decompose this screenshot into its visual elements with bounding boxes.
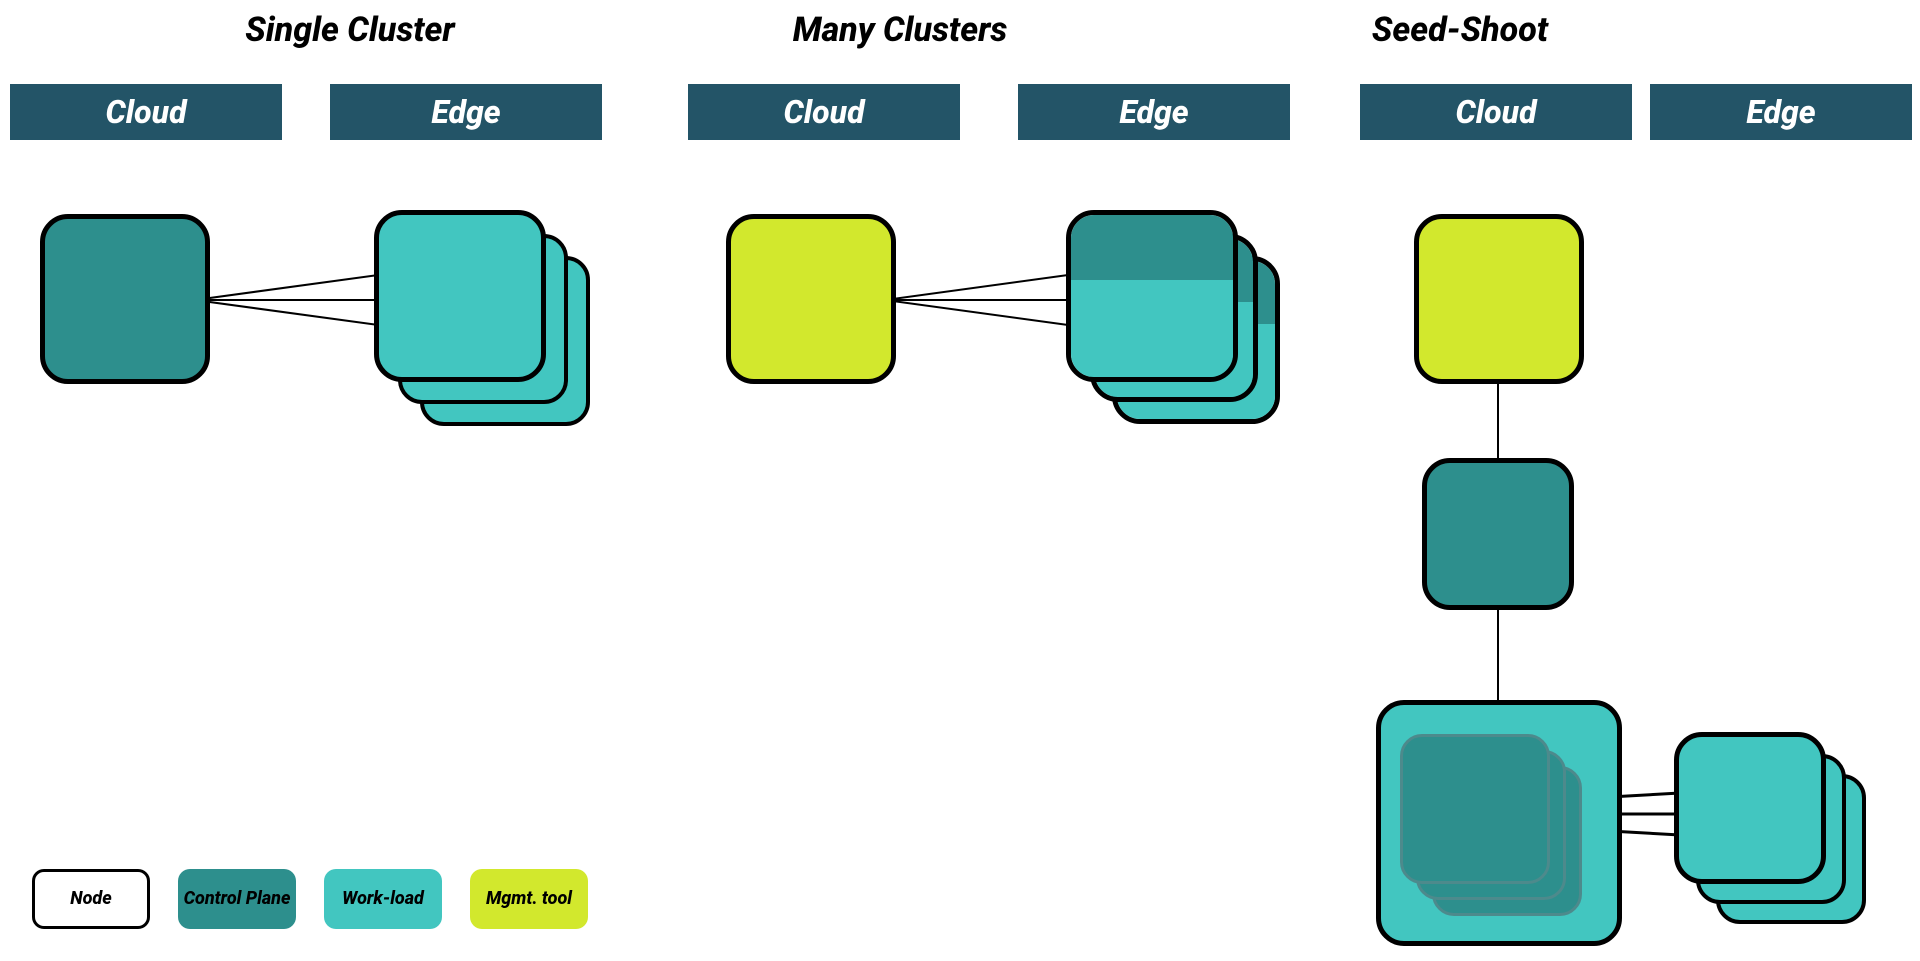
- single-edge-workload-1: [374, 210, 546, 382]
- label-edge-1: Edge: [330, 84, 602, 140]
- label-cloud-3: Cloud: [1360, 84, 1632, 140]
- title-many-clusters: Many Clusters: [793, 10, 1008, 50]
- single-cloud-control-plane: [40, 214, 210, 384]
- label-edge-3: Edge: [1650, 84, 1912, 140]
- legend-mgmt-tool: Mgmt. tool: [470, 869, 588, 929]
- title-single-cluster: Single Cluster: [245, 10, 454, 50]
- many-cloud-mgmt-tool: [726, 214, 896, 384]
- legend: Node Control Plane Work-load Mgmt. tool: [32, 869, 588, 929]
- legend-workload-label: Work-load: [342, 889, 424, 909]
- connector-lines: [0, 0, 1920, 961]
- many-edge-split-1: [1066, 210, 1238, 382]
- label-cloud-2: Cloud: [688, 84, 960, 140]
- legend-control-plane: Control Plane: [178, 869, 296, 929]
- seed-inner-control-1: [1400, 734, 1550, 884]
- seed-edge-workload-1: [1674, 732, 1826, 884]
- legend-workload: Work-load: [324, 869, 442, 929]
- label-cloud-1: Cloud: [10, 84, 282, 140]
- legend-control-label: Control Plane: [184, 889, 291, 909]
- legend-mgmt-label: Mgmt. tool: [486, 889, 572, 909]
- seed-cloud-mgmt-tool: [1414, 214, 1584, 384]
- label-edge-2: Edge: [1018, 84, 1290, 140]
- seed-cloud-control-plane: [1422, 458, 1574, 610]
- title-seed-shoot: Seed-Shoot: [1372, 10, 1548, 50]
- legend-node: Node: [32, 869, 150, 929]
